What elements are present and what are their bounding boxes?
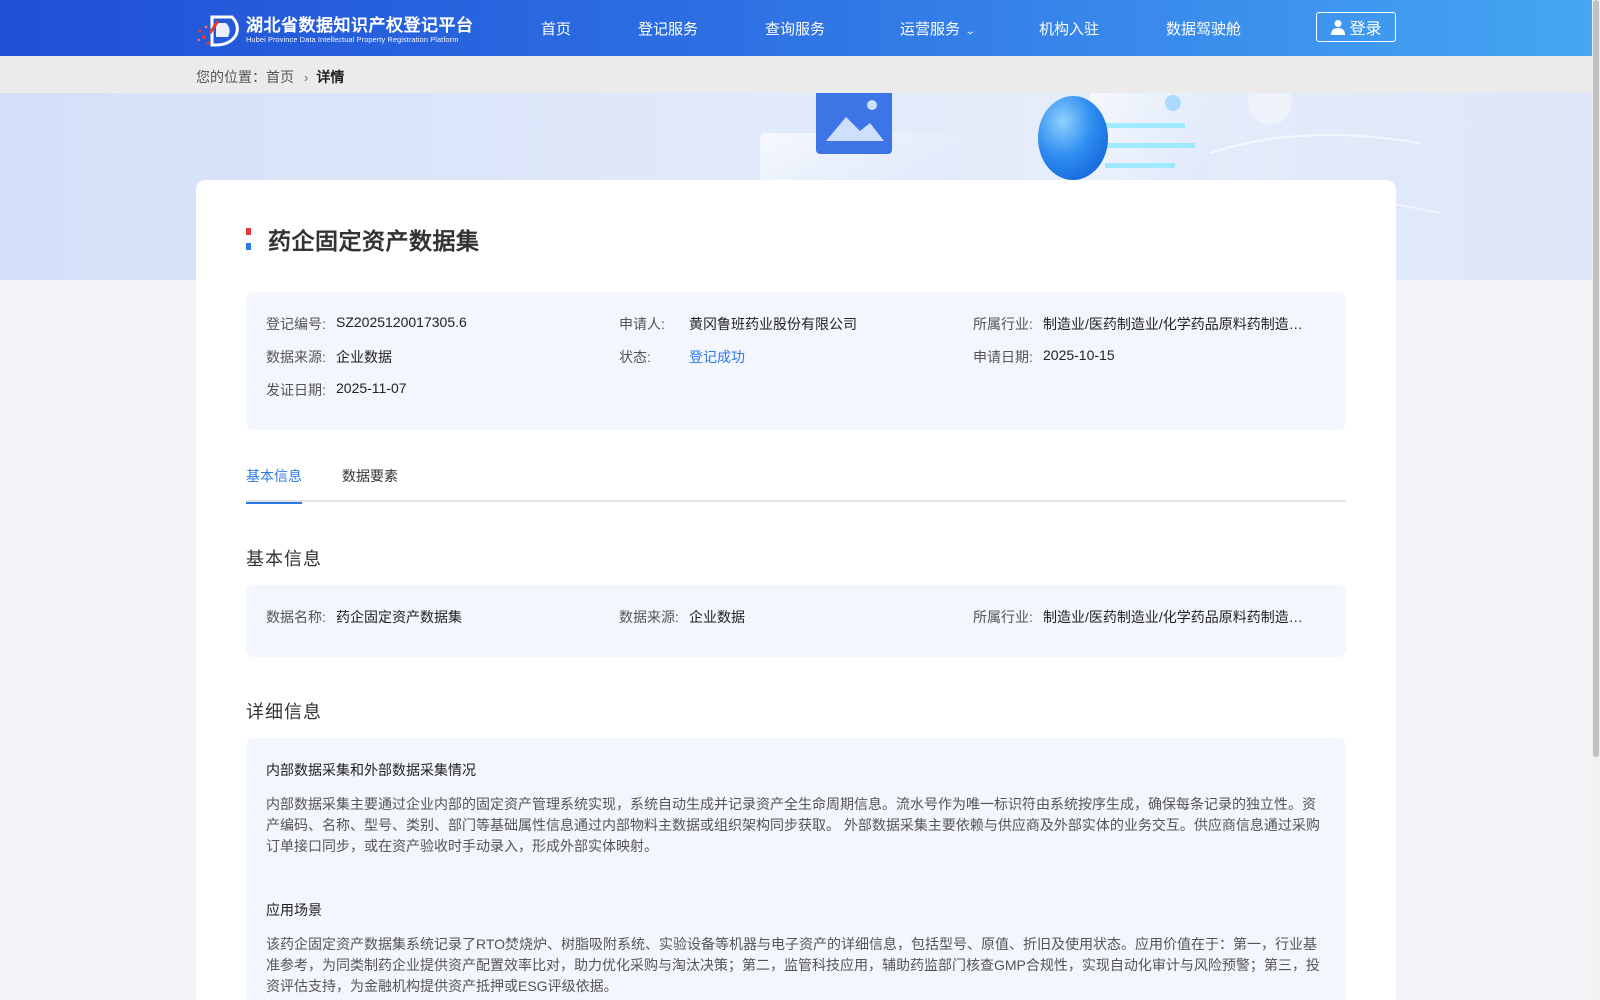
status-badge: 登记成功 [689,349,745,365]
page-title: 药企固定资产数据集 [268,228,480,254]
tab-basic-info[interactable]: 基本信息 [246,466,302,504]
field-value: 药企固定资产数据集 [336,609,462,625]
login-button[interactable]: 登录 [1316,12,1396,42]
field-value: 制造业/医药制造业/化学药品原料药制造/化学药品原料药制造 [1043,609,1305,625]
field-label: 所属行业: [973,316,1033,332]
field-label: 所属行业: [973,609,1033,625]
field-label: 申请日期: [973,349,1033,365]
basic-name: 数据名称: 药企固定资产数据集 [266,607,462,627]
chevron-down-icon: ⌄ [964,26,977,37]
nav-query-service[interactable]: 查询服务 [765,18,825,39]
logo-emblem-icon [196,13,244,47]
field-label: 申请人: [619,316,665,332]
scrollbar-thumb[interactable] [1593,0,1599,757]
user-icon [1331,20,1346,35]
chevron-right-icon: › [304,69,309,85]
basic-source: 数据来源: 企业数据 [619,607,745,627]
page-title-row: 药企固定资产数据集 [246,222,480,256]
field-value: 黄冈鲁班药业股份有限公司 [689,316,857,332]
field-value: 企业数据 [689,609,745,625]
breadcrumb-prefix: 您的位置： [196,69,266,85]
field-value: 企业数据 [336,349,392,365]
summary-apply-date: 申请日期: 2025-10-15 [973,347,1115,367]
summary-industry: 所属行业: 制造业/医药制造业/化学药品原料药制造/化学药品原料药制造 [973,314,1305,334]
summary-applicant: 申请人: 黄冈鲁班药业股份有限公司 [619,314,857,334]
breadcrumb: 您的位置： 首页 › 详情 [196,67,344,87]
top-header: 湖北省数据知识产权登记平台 Hubei Province Data Intell… [0,0,1592,56]
logo-title: 湖北省数据知识产权登记平台 [246,15,474,35]
detail-info-heading: 详细信息 [246,702,322,722]
detail-section-title: 内部数据采集和外部数据采集情况 [266,762,476,778]
field-value: 2025-11-07 [336,380,407,396]
summary-reg-no: 登记编号: SZ2025120017305.6 [266,314,467,334]
title-marker-icon [246,228,251,250]
detail-info-panel: 内部数据采集和外部数据采集情况 内部数据采集主要通过企业内部的固定资产管理系统实… [246,738,1346,1000]
field-value: 2025-10-15 [1043,347,1115,363]
logo-subtitle: Hubei Province Data Intellectual Propert… [246,34,459,44]
breadcrumb-bar: 您的位置： 首页 › 详情 [0,56,1592,93]
field-label: 状态: [619,349,651,365]
basic-info-panel: 数据名称: 药企固定资产数据集 数据来源: 企业数据 所属行业: 制造业/医药制… [246,585,1346,657]
field-label: 数据来源: [619,609,679,625]
detail-card: 药企固定资产数据集 登记编号: SZ2025120017305.6 申请人: 黄… [196,180,1396,1000]
nav-institution-join[interactable]: 机构入驻 [1039,18,1099,39]
nav-data-cockpit[interactable]: 数据驾驶舱 [1166,18,1241,39]
detail-section-title: 应用场景 [266,902,322,918]
detail-section-body: 内部数据采集主要通过企业内部的固定资产管理系统实现，系统自动生成并记录资产全生命… [266,796,1320,854]
field-label: 登记编号: [266,316,326,332]
field-value: SZ2025120017305.6 [336,314,467,330]
field-value: 制造业/医药制造业/化学药品原料药制造/化学药品原料药制造 [1043,316,1305,332]
summary-panel: 登记编号: SZ2025120017305.6 申请人: 黄冈鲁班药业股份有限公… [246,292,1346,430]
site-logo[interactable]: 湖北省数据知识产权登记平台 Hubei Province Data Intell… [196,13,474,47]
detail-section-body: 该药企固定资产数据集系统记录了RTO焚烧炉、树脂吸附系统、实验设备等机器与电子资… [266,936,1320,994]
basic-industry: 所属行业: 制造业/医药制造业/化学药品原料药制造/化学药品原料药制造 [973,607,1305,627]
field-label: 发证日期: [266,382,326,398]
summary-status: 状态: 登记成功 [619,347,745,367]
nav-operation-service[interactable]: 运营服务 ⌄ [900,18,977,39]
nav-home[interactable]: 首页 [541,18,571,39]
breadcrumb-home[interactable]: 首页 [266,67,294,87]
basic-info-heading: 基本信息 [246,549,322,569]
tab-data-elements[interactable]: 数据要素 [342,466,398,502]
summary-cert-date: 发证日期: 2025-11-07 [266,380,407,400]
field-label: 数据名称: [266,609,326,625]
summary-source: 数据来源: 企业数据 [266,347,392,367]
field-label: 数据来源: [266,349,326,365]
detail-tabs: 基本信息 数据要素 [246,466,1346,504]
breadcrumb-current: 详情 [316,69,345,85]
nav-operation-label: 运营服务 [900,21,961,38]
login-label: 登录 [1349,21,1382,38]
nav-register-service[interactable]: 登记服务 [638,18,698,39]
